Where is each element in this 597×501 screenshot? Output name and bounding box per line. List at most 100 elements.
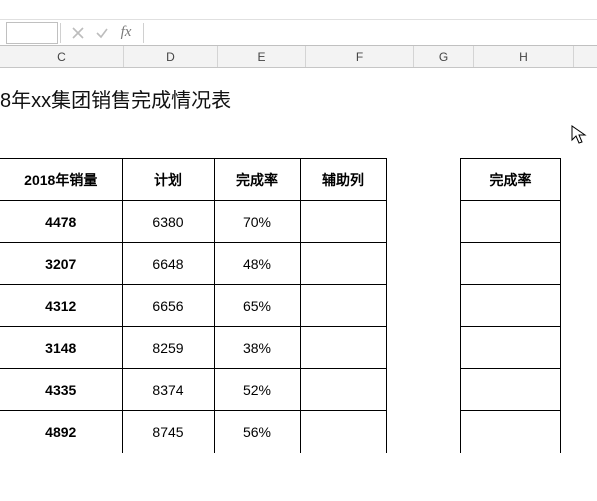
- cell-sales[interactable]: 4478: [0, 201, 122, 243]
- cell-rate[interactable]: 56%: [214, 411, 300, 453]
- table-header-row: 2018年销量 计划 完成率 辅助列: [0, 159, 386, 201]
- cell-value: 6648: [152, 256, 183, 272]
- cell-aux[interactable]: [300, 327, 386, 369]
- cell-rate[interactable]: 38%: [214, 327, 300, 369]
- table-row: 4312 6656 65%: [0, 285, 386, 327]
- th-label: 辅助列: [322, 172, 364, 188]
- cell-value: 65%: [243, 298, 271, 314]
- table-row: 4892 8745 56%: [0, 411, 386, 453]
- divider: [143, 23, 144, 43]
- formula-input[interactable]: [146, 22, 597, 44]
- col-header-D[interactable]: D: [124, 46, 218, 67]
- fx-icon[interactable]: fx: [119, 26, 133, 40]
- col-header-F[interactable]: F: [306, 46, 414, 67]
- cell-rate[interactable]: 70%: [214, 201, 300, 243]
- cell-value: 6380: [152, 214, 183, 230]
- table-row: 4478 6380 70%: [0, 201, 386, 243]
- formula-bar: fx: [0, 20, 597, 46]
- th-label: 计划: [154, 172, 182, 188]
- th-rate-side[interactable]: 完成率: [461, 159, 561, 201]
- col-label: E: [257, 50, 265, 64]
- cell-value: 38%: [243, 340, 271, 356]
- worksheet-area[interactable]: 8年xx集团销售完成情况表 2018年销量 计划 完成率 辅助列 4478 63…: [0, 68, 597, 501]
- table-row: 3207 6648 48%: [0, 243, 386, 285]
- cell-sales[interactable]: 4892: [0, 411, 122, 453]
- enter-icon[interactable]: [95, 26, 109, 40]
- cell-value: 3207: [45, 256, 76, 272]
- side-rate-table: 完成率: [460, 158, 561, 453]
- cell-plan[interactable]: 6648: [122, 243, 214, 285]
- cell-sales[interactable]: 3207: [0, 243, 122, 285]
- name-box[interactable]: [6, 22, 58, 44]
- col-header-G[interactable]: G: [414, 46, 474, 67]
- table-row: 3148 8259 38%: [0, 327, 386, 369]
- divider: [60, 23, 61, 43]
- cell-sales[interactable]: 4312: [0, 285, 122, 327]
- table-row: [461, 411, 561, 453]
- ribbon-strip: [0, 0, 597, 20]
- cell-rate-side[interactable]: [461, 411, 561, 453]
- col-header-H[interactable]: H: [474, 46, 574, 67]
- col-header-E[interactable]: E: [218, 46, 306, 67]
- cell-value: 56%: [243, 424, 271, 440]
- cancel-icon[interactable]: [71, 26, 85, 40]
- cell-value: 4478: [45, 214, 76, 230]
- cell-value: 8745: [152, 424, 183, 440]
- cell-value: 48%: [243, 256, 271, 272]
- cell-rate-side[interactable]: [461, 327, 561, 369]
- col-label: H: [519, 50, 528, 64]
- col-label: G: [439, 50, 448, 64]
- table-row: [461, 285, 561, 327]
- col-label: C: [57, 50, 66, 64]
- th-label: 完成率: [490, 172, 532, 188]
- cell-aux[interactable]: [300, 369, 386, 411]
- cell-value: 3148: [45, 340, 76, 356]
- main-data-table: 2018年销量 计划 完成率 辅助列 4478 6380 70% 3207 66…: [0, 158, 387, 453]
- table-row: [461, 369, 561, 411]
- cell-plan[interactable]: 6656: [122, 285, 214, 327]
- th-sales[interactable]: 2018年销量: [0, 159, 122, 201]
- cell-value: 4312: [45, 298, 76, 314]
- table-row: [461, 243, 561, 285]
- cell-rate[interactable]: 52%: [214, 369, 300, 411]
- cell-value: 4892: [45, 424, 76, 440]
- cell-plan[interactable]: 8259: [122, 327, 214, 369]
- cell-value: 8259: [152, 340, 183, 356]
- col-label: D: [166, 50, 175, 64]
- cell-aux[interactable]: [300, 201, 386, 243]
- cell-value: 4335: [45, 382, 76, 398]
- cell-aux[interactable]: [300, 285, 386, 327]
- cell-sales[interactable]: 3148: [0, 327, 122, 369]
- cell-plan[interactable]: 8745: [122, 411, 214, 453]
- cell-rate[interactable]: 65%: [214, 285, 300, 327]
- cell-rate-side[interactable]: [461, 285, 561, 327]
- cell-aux[interactable]: [300, 411, 386, 453]
- cell-value: 70%: [243, 214, 271, 230]
- cell-aux[interactable]: [300, 243, 386, 285]
- mouse-cursor-icon: [571, 125, 587, 145]
- cell-rate-side[interactable]: [461, 369, 561, 411]
- th-rate[interactable]: 完成率: [214, 159, 300, 201]
- cell-rate-side[interactable]: [461, 201, 561, 243]
- table-row: [461, 201, 561, 243]
- table-header-row: 完成率: [461, 159, 561, 201]
- formula-bar-buttons: fx: [71, 26, 133, 40]
- cell-value: 52%: [243, 382, 271, 398]
- th-aux[interactable]: 辅助列: [300, 159, 386, 201]
- page-title: 8年xx集团销售完成情况表: [0, 84, 231, 113]
- col-label: F: [356, 50, 363, 64]
- th-plan[interactable]: 计划: [122, 159, 214, 201]
- th-label: 2018年销量: [24, 172, 97, 188]
- cell-value: 8374: [152, 382, 183, 398]
- cell-value: 6656: [152, 298, 183, 314]
- column-headers: C D E F G H: [0, 46, 597, 68]
- table-row: 4335 8374 52%: [0, 369, 386, 411]
- table-row: [461, 327, 561, 369]
- th-label: 完成率: [236, 172, 278, 188]
- cell-plan[interactable]: 8374: [122, 369, 214, 411]
- cell-rate-side[interactable]: [461, 243, 561, 285]
- cell-plan[interactable]: 6380: [122, 201, 214, 243]
- col-header-C[interactable]: C: [0, 46, 124, 67]
- cell-sales[interactable]: 4335: [0, 369, 122, 411]
- cell-rate[interactable]: 48%: [214, 243, 300, 285]
